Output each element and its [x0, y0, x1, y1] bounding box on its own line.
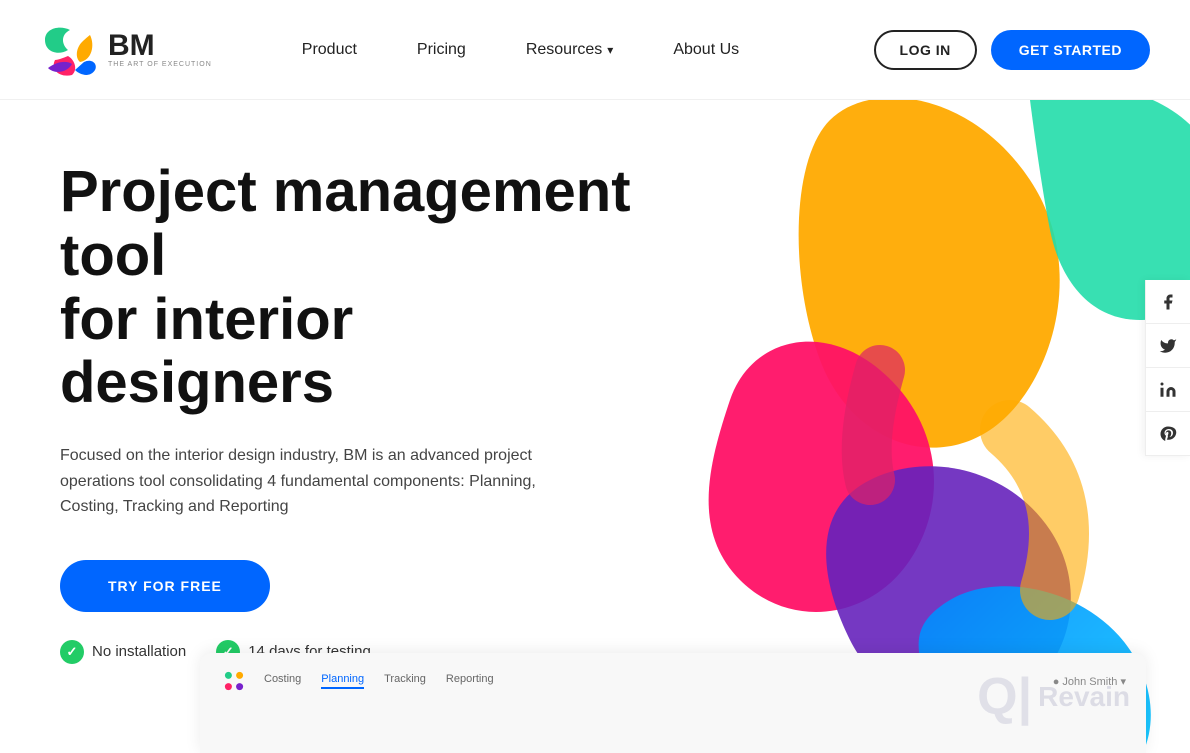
- twitter-icon[interactable]: [1146, 324, 1190, 368]
- facebook-icon[interactable]: [1146, 280, 1190, 324]
- nav-actions: LOG IN GET STARTED: [874, 30, 1150, 70]
- preview-nav-costing[interactable]: Costing: [264, 673, 301, 689]
- feature-no-install: ✓ No installation: [60, 640, 186, 664]
- linkedin-icon[interactable]: [1146, 368, 1190, 412]
- navbar: BM THE ART OF EXECUTION Product Pricing …: [0, 0, 1190, 100]
- logo-text: BM THE ART OF EXECUTION: [108, 31, 212, 68]
- logo-tagline: THE ART OF EXECUTION: [108, 61, 212, 68]
- get-started-button[interactable]: GET STARTED: [991, 30, 1150, 70]
- logo[interactable]: BM THE ART OF EXECUTION: [40, 20, 212, 80]
- nav-links: Product Pricing Resources ▾ About Us: [272, 41, 874, 59]
- login-button[interactable]: LOG IN: [874, 30, 977, 70]
- check-icon-1: ✓: [60, 640, 84, 664]
- preview-nav: Costing Planning Tracking Reporting: [264, 673, 494, 689]
- nav-product[interactable]: Product: [272, 41, 387, 59]
- hero-section: Project management tool for interior des…: [0, 100, 1190, 753]
- hero-content: Project management tool for interior des…: [60, 160, 640, 664]
- hero-title: Project management tool for interior des…: [60, 160, 640, 415]
- try-free-button[interactable]: TRY FOR FREE: [60, 560, 270, 612]
- nav-about[interactable]: About Us: [643, 41, 769, 59]
- feature-no-install-label: No installation: [92, 643, 186, 660]
- preview-nav-planning[interactable]: Planning: [321, 673, 364, 689]
- preview-nav-tracking[interactable]: Tracking: [384, 673, 426, 689]
- preview-nav-reporting[interactable]: Reporting: [446, 673, 494, 689]
- revain-symbol: Q|: [977, 671, 1032, 723]
- nav-resources[interactable]: Resources ▾: [496, 41, 644, 59]
- revain-label: Revain: [1038, 681, 1130, 713]
- social-sidebar: [1145, 280, 1190, 456]
- logo-bm: BM: [108, 31, 212, 61]
- hero-description: Focused on the interior design industry,…: [60, 443, 560, 520]
- chevron-down-icon: ▾: [607, 43, 613, 57]
- pinterest-icon[interactable]: [1146, 412, 1190, 456]
- preview-logo-icon: [220, 667, 248, 695]
- logo-icon: [40, 20, 100, 80]
- nav-pricing[interactable]: Pricing: [387, 41, 496, 59]
- revain-watermark: Q| Revain: [977, 671, 1130, 723]
